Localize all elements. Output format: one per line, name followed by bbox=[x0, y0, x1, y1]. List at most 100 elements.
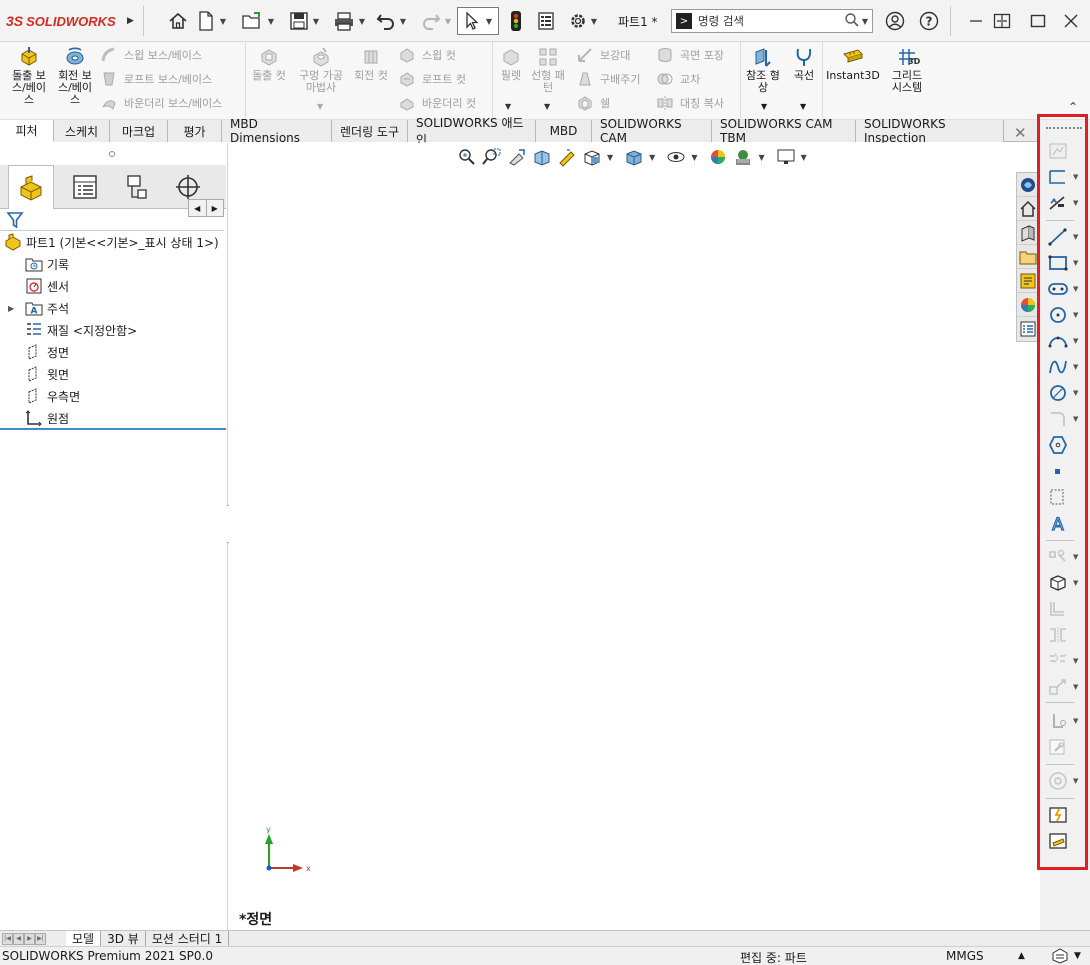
hole-wizard-dropdown-icon[interactable]: ▼ bbox=[317, 102, 323, 111]
panel-splitter-handle[interactable] bbox=[109, 151, 115, 157]
print-icon[interactable]: ▼ bbox=[330, 9, 368, 33]
extruded-cut-button[interactable]: 돌출 컷 bbox=[248, 46, 290, 82]
display-style-icon[interactable] bbox=[624, 147, 644, 167]
close-tab-icon[interactable]: ✕ bbox=[1014, 124, 1027, 142]
display-style-dropdown-icon[interactable]: ▼ bbox=[649, 153, 655, 162]
reference-geometry-button[interactable]: 참조 형상 bbox=[744, 46, 782, 94]
extruded-boss-button[interactable]: 돌출 보스/베이스 bbox=[6, 46, 52, 106]
boundary-cut-button[interactable]: 바운더리 컷 bbox=[398, 94, 476, 112]
design-library-icon[interactable] bbox=[1017, 197, 1039, 221]
options-gear-icon[interactable]: ▼ bbox=[565, 9, 601, 33]
fillet-button[interactable]: 필렛 bbox=[496, 46, 526, 82]
redo-icon[interactable]: ▼ bbox=[418, 9, 454, 33]
tree-root-part[interactable]: 파트1 (기본<<기본>_표시 상태 1>) bbox=[0, 231, 226, 253]
close-icon[interactable] bbox=[1060, 9, 1082, 33]
tree-item-material[interactable]: 재질 <지정안함> bbox=[0, 319, 226, 341]
revolved-boss-button[interactable]: 회전 보스/베이스 bbox=[52, 46, 98, 106]
property-manager-tab-icon[interactable] bbox=[62, 165, 108, 209]
rollback-bar[interactable] bbox=[0, 428, 226, 430]
new-document-icon[interactable]: ▼ bbox=[197, 9, 227, 33]
rib-button[interactable]: 보강대 bbox=[576, 46, 630, 64]
curves-dropdown-icon[interactable]: ▼ bbox=[800, 102, 806, 111]
draft-button[interactable]: 구배주기 bbox=[576, 70, 640, 88]
fillet-dropdown-icon[interactable]: ▼ bbox=[505, 102, 511, 111]
hide-show-items-icon[interactable] bbox=[666, 147, 686, 167]
curves-button[interactable]: 곡선 bbox=[786, 46, 822, 82]
command-search-field[interactable]: > 명령 검색 ▼ bbox=[671, 9, 873, 33]
tab-markup[interactable]: 마크업 bbox=[110, 120, 168, 142]
shell-button[interactable]: 쉘 bbox=[576, 94, 610, 112]
prev-tab-icon[interactable]: ◀ bbox=[13, 932, 24, 945]
view-palette-icon[interactable] bbox=[1017, 245, 1039, 269]
linear-pattern-button[interactable]: 선형 패턴 bbox=[528, 46, 568, 94]
tab-mbd[interactable]: MBD bbox=[536, 120, 592, 142]
section-view-icon[interactable] bbox=[532, 147, 552, 167]
tab-solidworks-cam[interactable]: SOLIDWORKS CAM bbox=[592, 117, 712, 145]
boundary-boss-button[interactable]: 바운더리 보스/베이스 bbox=[100, 94, 222, 112]
lofted-boss-button[interactable]: 로프트 보스/베이스 bbox=[100, 70, 212, 88]
menu-expand-arrow-icon[interactable]: ▶ bbox=[127, 9, 134, 33]
view-settings-icon[interactable] bbox=[776, 147, 796, 167]
open-folder-icon[interactable]: ▼ bbox=[240, 9, 276, 33]
swept-cut-button[interactable]: 스윕 컷 bbox=[398, 46, 456, 64]
hide-show-dropdown-icon[interactable]: ▼ bbox=[691, 153, 697, 162]
tree-item-annotations[interactable]: ▶ A 주석 bbox=[0, 297, 226, 319]
rebuild-status-icon[interactable] bbox=[1050, 947, 1070, 965]
instant3d-button[interactable]: Instant3D bbox=[826, 46, 880, 82]
lofted-cut-button[interactable]: 로프트 컷 bbox=[398, 70, 466, 88]
filter-icon[interactable] bbox=[6, 211, 24, 232]
apply-scene-dropdown-icon[interactable]: ▼ bbox=[758, 153, 764, 162]
minimize-icon[interactable] bbox=[964, 9, 988, 33]
first-tab-icon[interactable]: |◀ bbox=[2, 932, 13, 945]
tab-3d-views[interactable]: 3D 뷰 bbox=[101, 930, 146, 947]
wrap-button[interactable]: 곡면 포장 bbox=[656, 46, 724, 64]
edit-appearance-icon[interactable] bbox=[708, 147, 728, 167]
graphics-area[interactable]: ▼ ▼ ▼ ▼ ▼ y x *정면 bbox=[229, 143, 1040, 930]
search-dropdown-icon[interactable]: ▼ bbox=[862, 17, 868, 26]
tree-item-history[interactable]: 기록 bbox=[0, 253, 226, 275]
tree-item-top-plane[interactable]: 윗면 bbox=[0, 363, 226, 385]
tab-solidworks-addins[interactable]: SOLIDWORKS 애드인 bbox=[408, 116, 536, 147]
tab-model[interactable]: 모델 bbox=[66, 930, 102, 947]
dynamic-annotation-icon[interactable] bbox=[557, 147, 577, 167]
swept-boss-button[interactable]: 스윕 보스/베이스 bbox=[100, 46, 202, 64]
expand-arrow-icon[interactable]: ▶ bbox=[8, 304, 25, 313]
view-orientation-dropdown-icon[interactable]: ▼ bbox=[607, 153, 613, 162]
unit-system-dropdown-icon[interactable]: ▲ bbox=[1018, 951, 1025, 961]
select-pointer-icon[interactable]: ▼ bbox=[457, 7, 499, 35]
file-properties-icon[interactable] bbox=[535, 9, 557, 33]
reference-geometry-dropdown-icon[interactable]: ▼ bbox=[761, 102, 767, 111]
revolved-cut-button[interactable]: 회전 컷 bbox=[350, 46, 392, 82]
maximize-icon[interactable] bbox=[1027, 9, 1049, 33]
tab-solidworks-cam-tbm[interactable]: SOLIDWORKS CAM TBM bbox=[712, 117, 856, 145]
unit-system[interactable]: MMGS bbox=[946, 949, 984, 963]
search-icon[interactable] bbox=[844, 12, 860, 31]
home-icon[interactable] bbox=[166, 9, 190, 33]
tree-item-front-plane[interactable]: 정면 bbox=[0, 341, 226, 363]
apply-scene-icon[interactable] bbox=[733, 147, 753, 167]
configuration-manager-tab-icon[interactable] bbox=[114, 165, 160, 209]
file-explorer-icon[interactable] bbox=[1017, 221, 1039, 245]
feature-manager-tab-icon[interactable] bbox=[8, 165, 54, 209]
intersect-button[interactable]: 교차 bbox=[656, 70, 700, 88]
tab-mbd-dimensions[interactable]: MBD Dimensions bbox=[222, 117, 332, 145]
linear-pattern-dropdown-icon[interactable]: ▼ bbox=[544, 102, 550, 111]
hole-wizard-button[interactable]: 구멍 가공 마법사 bbox=[293, 46, 349, 94]
zoom-to-fit-icon[interactable] bbox=[457, 147, 477, 167]
tab-features[interactable]: 피처 bbox=[0, 120, 54, 142]
tab-render-tools[interactable]: 렌더링 도구 bbox=[332, 120, 408, 142]
tree-item-origin[interactable]: 원점 bbox=[0, 407, 226, 429]
view-orientation-icon[interactable] bbox=[582, 147, 602, 167]
custom-properties-icon[interactable] bbox=[1017, 293, 1039, 317]
appearances-scenes-icon[interactable] bbox=[1017, 269, 1039, 293]
next-tab-icon[interactable]: ▶ bbox=[24, 932, 35, 945]
last-tab-icon[interactable]: ▶| bbox=[35, 932, 46, 945]
solidworks-logo[interactable]: 3S SOLIDWORKS bbox=[6, 10, 116, 32]
undo-icon[interactable]: ▼ bbox=[373, 9, 409, 33]
tab-motion-study[interactable]: 모션 스터디 1 bbox=[146, 930, 230, 947]
tab-solidworks-inspection[interactable]: SOLIDWORKS Inspection bbox=[856, 117, 1004, 145]
collapse-ribbon-icon[interactable]: ⌃ bbox=[1068, 100, 1078, 114]
tree-item-right-plane[interactable]: 우측면 bbox=[0, 385, 226, 407]
user-account-icon[interactable] bbox=[884, 9, 906, 33]
grid-system-button[interactable]: 3D 그리드 시스템 bbox=[884, 46, 930, 94]
